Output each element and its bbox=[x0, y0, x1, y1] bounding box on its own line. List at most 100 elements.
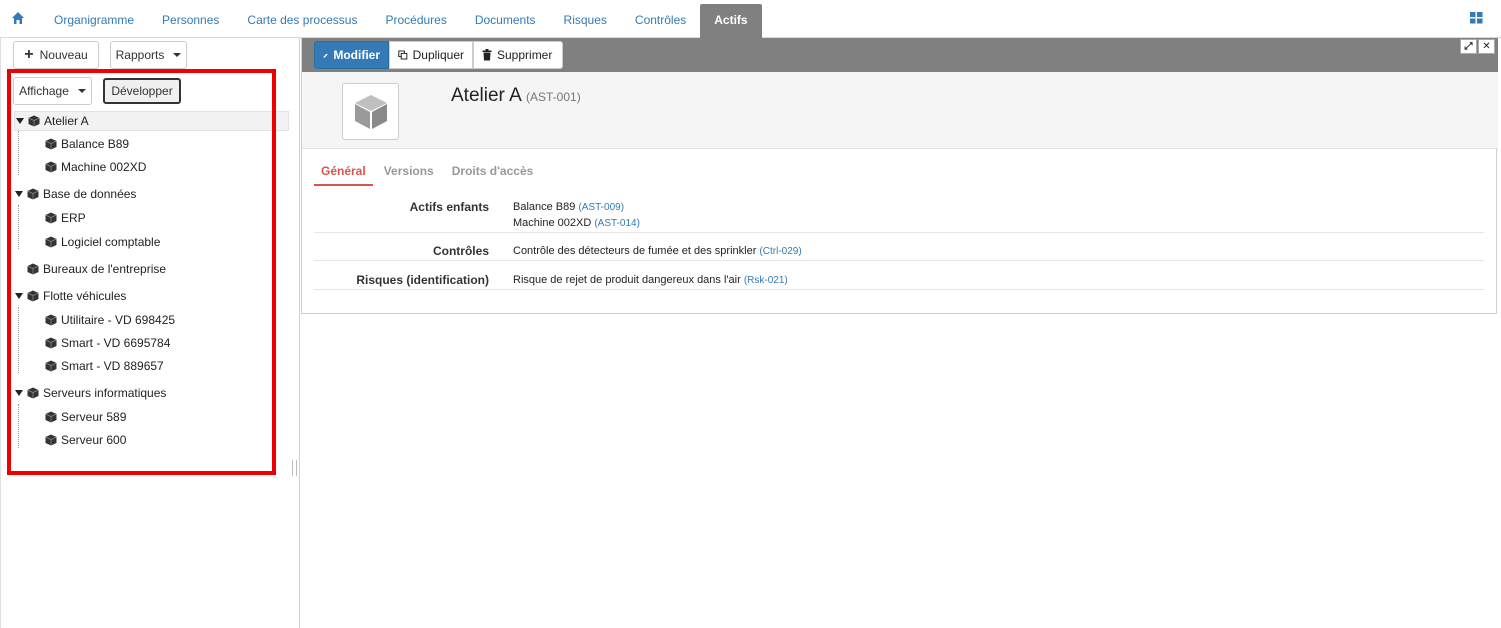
expand-button[interactable]: Développer bbox=[103, 78, 181, 104]
tree-node-smart-6695784[interactable]: Smart - VD 6695784 bbox=[45, 333, 170, 353]
cube-icon bbox=[45, 360, 57, 372]
pane-splitter-handle[interactable] bbox=[292, 460, 297, 476]
expand-triangle-icon[interactable] bbox=[15, 191, 23, 197]
cube-icon bbox=[45, 161, 57, 173]
pencil-icon bbox=[323, 53, 328, 58]
control-ref[interactable]: (Ctrl-029) bbox=[759, 246, 801, 257]
reports-dropdown[interactable]: Rapports bbox=[110, 41, 187, 69]
tree-connector bbox=[18, 131, 19, 175]
tree-node-utilitaire[interactable]: Utilitaire - VD 698425 bbox=[45, 310, 175, 330]
tab-versions[interactable]: Versions bbox=[377, 159, 441, 186]
module-tabs: Organigramme Personnes Carte des process… bbox=[40, 4, 762, 38]
tree-node-label: Serveur 600 bbox=[61, 433, 127, 447]
detail-toolbar: Modifier Dupliquer Supprimer ⤢ ✕ bbox=[302, 38, 1498, 72]
tab-carte-processus[interactable]: Carte des processus bbox=[233, 4, 371, 38]
tree-node-atelier-a[interactable]: Atelier A bbox=[14, 111, 289, 131]
tree-node-balance-b89[interactable]: Balance B89 bbox=[45, 134, 129, 154]
child-asset-name: Balance B89 bbox=[513, 201, 576, 213]
expand-window-icon[interactable]: ⤢ bbox=[1460, 39, 1477, 54]
cube-icon bbox=[27, 263, 39, 275]
tab-documents[interactable]: Documents bbox=[461, 4, 550, 38]
tree-node-label: Machine 002XD bbox=[61, 160, 147, 174]
delete-button[interactable]: Supprimer bbox=[473, 41, 563, 69]
tree-node-label: Bureaux de l'entreprise bbox=[43, 262, 167, 276]
record-header: Atelier A (AST-001) bbox=[302, 72, 1498, 149]
tree-node-label: Atelier A bbox=[44, 114, 89, 128]
cube-icon bbox=[45, 314, 57, 326]
field-label: Actifs enfants bbox=[409, 200, 489, 214]
expand-triangle-icon[interactable] bbox=[15, 390, 23, 396]
risk-name: Risque de rejet de produit dangereux dan… bbox=[513, 274, 741, 286]
grid-apps-icon[interactable] bbox=[1470, 12, 1483, 24]
top-navigation: Organigramme Personnes Carte des process… bbox=[0, 0, 1501, 38]
asset-tree-pane: + Nouveau Rapports Affichage Développer … bbox=[0, 38, 300, 628]
expand-triangle-icon[interactable] bbox=[16, 118, 24, 124]
cube-icon bbox=[27, 387, 39, 399]
tab-risques[interactable]: Risques bbox=[550, 4, 621, 38]
record-code: (AST-001) bbox=[526, 90, 581, 104]
tab-actifs[interactable]: Actifs bbox=[700, 4, 762, 38]
tree-node-flotte-vehicules[interactable]: Flotte véhicules bbox=[14, 286, 126, 306]
tree-node-smart-889657[interactable]: Smart - VD 889657 bbox=[45, 356, 164, 376]
tree-node-machine-002xd[interactable]: Machine 002XD bbox=[45, 157, 146, 177]
tree-node-erp[interactable]: ERP bbox=[45, 208, 86, 228]
tree-node-label: Balance B89 bbox=[61, 137, 130, 151]
list-item[interactable]: Contrôle des détecteurs de fumée et des … bbox=[513, 243, 802, 259]
cube-icon bbox=[45, 434, 57, 446]
tab-procedures[interactable]: Procédures bbox=[371, 4, 460, 38]
display-dropdown[interactable]: Affichage bbox=[13, 77, 92, 105]
home-icon[interactable] bbox=[11, 11, 25, 25]
cube-icon bbox=[45, 337, 57, 349]
tree-node-serveur-589[interactable]: Serveur 589 bbox=[45, 407, 126, 427]
list-item[interactable]: Balance B89 (AST-009) bbox=[513, 199, 640, 215]
tab-personnes[interactable]: Personnes bbox=[148, 4, 233, 38]
new-button-label: Nouveau bbox=[39, 48, 88, 62]
record-name: Atelier A bbox=[451, 85, 521, 106]
plus-icon: + bbox=[24, 46, 34, 63]
risk-ref[interactable]: (Rsk-021) bbox=[744, 275, 788, 286]
tree-node-label: Base de données bbox=[43, 187, 137, 201]
tree-node-base-de-donnees[interactable]: Base de données bbox=[14, 184, 136, 204]
tab-general[interactable]: Général bbox=[314, 159, 373, 186]
tree-node-serveur-600[interactable]: Serveur 600 bbox=[45, 430, 126, 450]
duplicate-label: Dupliquer bbox=[412, 48, 464, 62]
tab-organigramme[interactable]: Organigramme bbox=[40, 4, 148, 38]
tree-connector bbox=[18, 404, 19, 448]
field-label: Risques (identification) bbox=[356, 273, 489, 287]
list-item[interactable]: Risque de rejet de produit dangereux dan… bbox=[513, 272, 788, 288]
tree-node-serveurs[interactable]: Serveurs informatiques bbox=[14, 383, 166, 403]
record-title: Atelier A (AST-001) bbox=[451, 85, 581, 107]
tree-node-label: Smart - VD 889657 bbox=[61, 359, 164, 373]
detail-subtabs: Général Versions Droits d'accès bbox=[314, 159, 544, 186]
child-asset-ref[interactable]: (AST-014) bbox=[594, 218, 640, 229]
copy-icon bbox=[398, 50, 408, 60]
close-icon[interactable]: ✕ bbox=[1478, 39, 1495, 54]
display-label: Affichage bbox=[19, 84, 69, 98]
tree-node-label: Smart - VD 6695784 bbox=[61, 336, 171, 350]
tab-controles[interactable]: Contrôles bbox=[621, 4, 700, 38]
cube-icon bbox=[28, 115, 40, 127]
reports-label: Rapports bbox=[115, 48, 165, 62]
edit-button[interactable]: Modifier bbox=[314, 41, 389, 69]
list-item[interactable]: Machine 002XD (AST-014) bbox=[513, 215, 640, 231]
cube-icon bbox=[45, 138, 57, 150]
tree-connector bbox=[18, 205, 19, 249]
tree-node-label: Serveur 589 bbox=[61, 410, 127, 424]
control-name: Contrôle des détecteurs de fumée et des … bbox=[513, 245, 757, 257]
asset-detail-pane: Modifier Dupliquer Supprimer ⤢ ✕ Atelier… bbox=[301, 38, 1498, 314]
tab-droits-acces[interactable]: Droits d'accès bbox=[445, 159, 541, 186]
caret-down-icon bbox=[77, 89, 86, 93]
expand-triangle-icon[interactable] bbox=[15, 293, 23, 299]
child-asset-ref[interactable]: (AST-009) bbox=[578, 202, 624, 213]
cube-icon bbox=[27, 188, 39, 200]
new-button[interactable]: + Nouveau bbox=[13, 41, 99, 69]
cube-icon bbox=[354, 94, 387, 129]
tree-node-logiciel-comptable[interactable]: Logiciel comptable bbox=[45, 232, 160, 252]
tree-node-bureaux[interactable]: Bureaux de l'entreprise bbox=[27, 259, 166, 279]
cube-icon bbox=[45, 411, 57, 423]
field-risks: Risques (identification) Risque de rejet… bbox=[314, 270, 1484, 290]
field-values: Risque de rejet de produit dangereux dan… bbox=[513, 272, 788, 288]
duplicate-button[interactable]: Dupliquer bbox=[389, 41, 473, 69]
field-values: Contrôle des détecteurs de fumée et des … bbox=[513, 243, 802, 259]
delete-label: Supprimer bbox=[497, 48, 553, 62]
